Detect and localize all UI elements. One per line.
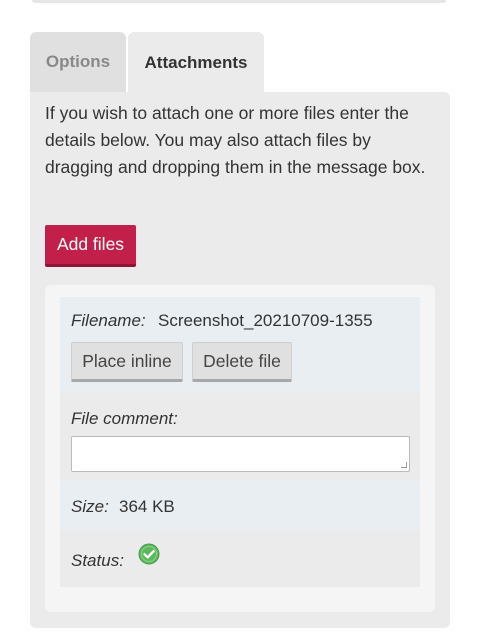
check-circle-icon [138, 543, 160, 565]
filename-label: Filename: [71, 311, 146, 330]
tab-attachments[interactable]: Attachments [128, 32, 264, 94]
file-status-label: Status: [71, 551, 124, 570]
file-size-label: Size: [71, 497, 109, 516]
file-size-value: 364 KB [119, 497, 175, 516]
file-size-row: Size: 364 KB [60, 481, 420, 531]
file-status-row: Status: [60, 531, 420, 587]
add-files-button[interactable]: Add files [45, 225, 136, 267]
delete-file-button[interactable]: Delete file [192, 342, 292, 382]
top-divider [32, 0, 446, 3]
file-comment-label: File comment: [71, 409, 178, 428]
filename-row: Filename: Screenshot_20210709-1355 Place… [60, 297, 420, 393]
file-attachment-box: Filename: Screenshot_20210709-1355 Place… [45, 285, 435, 612]
file-comment-input[interactable] [71, 436, 410, 472]
attachments-panel: If you wish to attach one or more files … [30, 92, 450, 628]
file-attachment-details: Filename: Screenshot_20210709-1355 Place… [60, 297, 420, 587]
tab-options[interactable]: Options [30, 32, 126, 92]
filename-value: Screenshot_20210709-1355 [158, 311, 373, 330]
file-comment-row: File comment: [60, 393, 420, 481]
place-inline-button[interactable]: Place inline [71, 342, 183, 382]
resize-grip-icon[interactable] [401, 462, 407, 468]
attachments-intro-text: If you wish to attach one or more files … [45, 103, 426, 177]
